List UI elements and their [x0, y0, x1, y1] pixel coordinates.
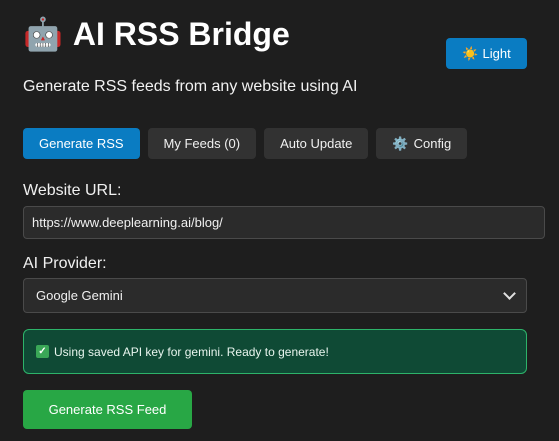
url-label: Website URL:: [23, 182, 122, 199]
provider-label: AI Provider:: [23, 255, 107, 272]
theme-toggle-label: Light: [482, 46, 511, 61]
chevron-down-icon: [503, 287, 516, 300]
tab-bar: Generate RSS My Feeds (0) Auto Update ⚙️…: [23, 128, 475, 159]
tab-auto-update[interactable]: Auto Update: [264, 128, 369, 159]
page-subtitle: Generate RSS feeds from any website usin…: [23, 78, 358, 95]
tab-label: Config: [413, 136, 452, 151]
tab-config[interactable]: ⚙️ Config: [376, 128, 468, 159]
app-page: 🤖 AI RSS Bridge ☀️ Light Generate RSS fe…: [0, 0, 559, 441]
robot-icon: 🤖: [23, 16, 63, 52]
generate-button-label: Generate RSS Feed: [48, 402, 167, 417]
generate-rss-feed-button[interactable]: Generate RSS Feed: [23, 390, 192, 429]
status-text: Using saved API key for gemini. Ready to…: [54, 344, 329, 359]
page-header: 🤖 AI RSS Bridge: [23, 14, 290, 54]
page-title: AI RSS Bridge: [72, 16, 290, 52]
tab-my-feeds[interactable]: My Feeds (0): [147, 128, 257, 159]
tab-label: Generate RSS: [39, 136, 124, 151]
status-message: ✓ Using saved API key for gemini. Ready …: [23, 329, 527, 374]
sun-icon: ☀️: [462, 45, 479, 61]
tab-generate-rss[interactable]: Generate RSS: [23, 128, 140, 159]
url-input[interactable]: https://www.deeplearning.ai/blog/: [23, 206, 545, 239]
tab-label: My Feeds (0): [163, 136, 241, 151]
check-icon: ✓: [36, 345, 49, 358]
gear-icon: ⚙️: [392, 135, 409, 151]
url-input-value: https://www.deeplearning.ai/blog/: [32, 215, 223, 230]
theme-toggle-button[interactable]: ☀️ Light: [446, 38, 527, 69]
provider-select[interactable]: Google Gemini: [23, 278, 527, 313]
provider-select-value: Google Gemini: [36, 288, 123, 303]
tab-label: Auto Update: [280, 136, 353, 151]
